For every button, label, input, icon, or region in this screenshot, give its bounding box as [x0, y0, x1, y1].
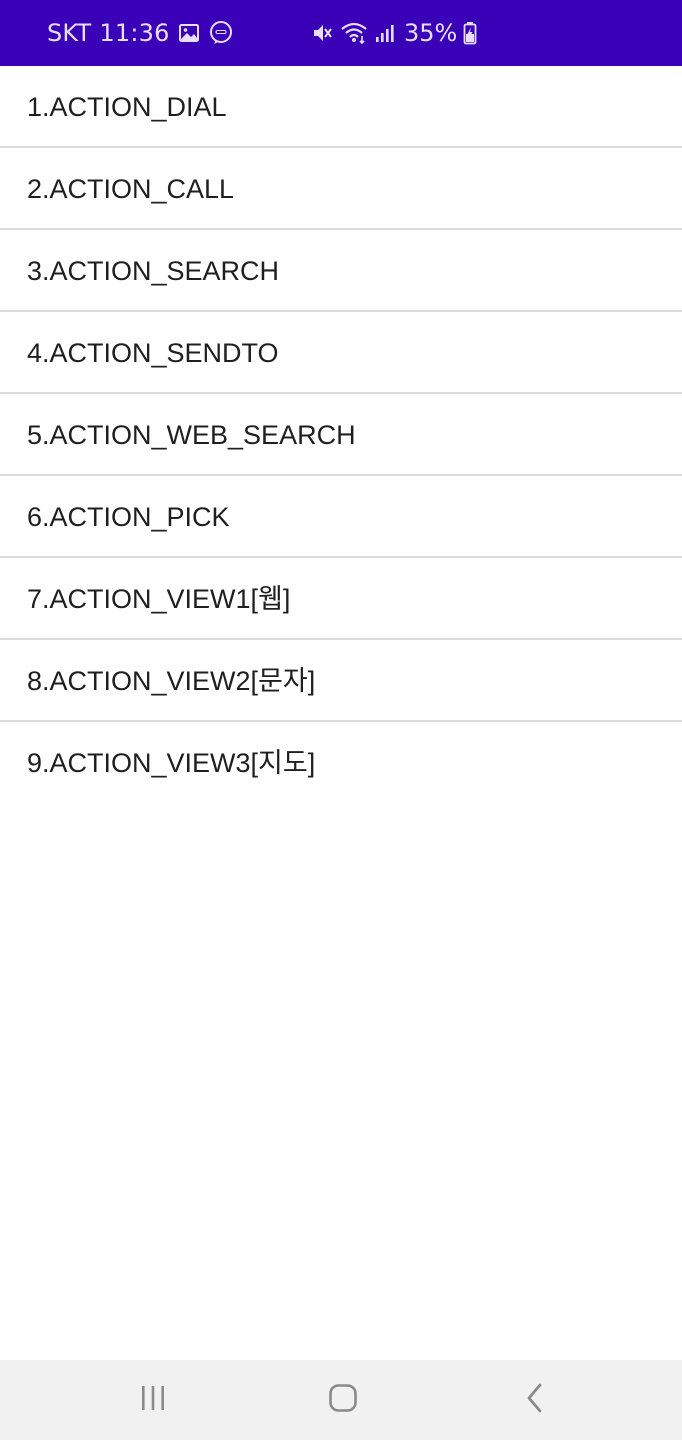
list-item-action-pick[interactable]: 6.ACTION_PICK [0, 476, 682, 558]
back-button[interactable] [475, 1360, 595, 1440]
chat-icon [208, 20, 234, 46]
list-item-label: 2.ACTION_CALL [27, 173, 235, 204]
wifi-icon [340, 21, 368, 45]
list-item-action-web-search[interactable]: 5.ACTION_WEB_SEARCH [0, 394, 682, 476]
list-item-action-dial[interactable]: 1.ACTION_DIAL [0, 66, 682, 148]
list-item-label: 1.ACTION_DIAL [27, 91, 227, 122]
list-item-action-call[interactable]: 2.ACTION_CALL [0, 148, 682, 230]
battery-charging-icon [463, 21, 477, 45]
recents-icon [138, 1383, 168, 1417]
image-icon [178, 22, 200, 44]
list-item-label: 5.ACTION_WEB_SEARCH [27, 419, 356, 450]
list-item-action-sendto[interactable]: 4.ACTION_SENDTO [0, 312, 682, 394]
status-bar: SKT 11:36 35% [0, 0, 682, 66]
status-bar-right: 35% [310, 0, 477, 66]
navigation-bar [0, 1360, 682, 1440]
list-item-label: 8.ACTION_VIEW2[문자] [27, 665, 316, 696]
list-item-action-view2-sms[interactable]: 8.ACTION_VIEW2[문자] [0, 640, 682, 722]
action-list: 1.ACTION_DIAL 2.ACTION_CALL 3.ACTION_SEA… [0, 66, 682, 802]
list-item-label: 7.ACTION_VIEW1[웹] [27, 583, 291, 614]
mute-icon [310, 21, 334, 45]
carrier-label: SKT [47, 19, 92, 47]
back-icon [523, 1382, 547, 1418]
home-icon [327, 1382, 359, 1418]
list-item-label: 4.ACTION_SENDTO [27, 337, 279, 368]
home-button[interactable] [283, 1360, 403, 1440]
battery-percent: 35% [404, 19, 458, 47]
clock: 11:36 [99, 19, 170, 47]
list-item-action-search[interactable]: 3.ACTION_SEARCH [0, 230, 682, 312]
signal-icon [374, 22, 396, 44]
list-item-label: 3.ACTION_SEARCH [27, 255, 280, 286]
list-item-label: 6.ACTION_PICK [27, 501, 230, 532]
list-item-label: 9.ACTION_VIEW3[지도] [27, 747, 316, 778]
status-bar-left: SKT 11:36 [47, 0, 234, 66]
recents-button[interactable] [93, 1360, 213, 1440]
list-item-action-view1-web[interactable]: 7.ACTION_VIEW1[웹] [0, 558, 682, 640]
list-item-action-view3-map[interactable]: 9.ACTION_VIEW3[지도] [0, 722, 682, 802]
screen: SKT 11:36 35% 1.ACTION_DIAL 2.ACTION_CAL… [0, 0, 682, 1440]
